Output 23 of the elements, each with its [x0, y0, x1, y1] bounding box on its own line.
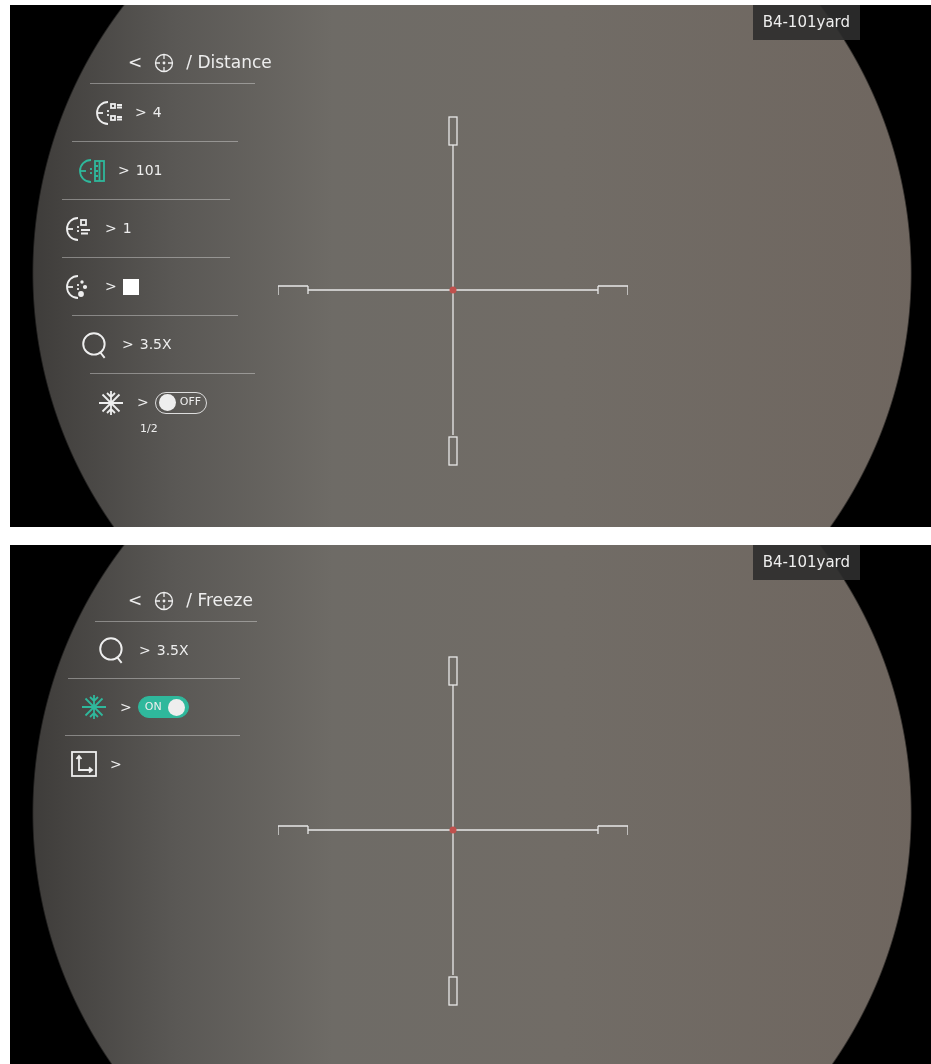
chevron: >	[105, 219, 117, 238]
setting-value: 3.5X	[156, 640, 189, 660]
chevron: >	[135, 103, 147, 122]
chevron: >	[122, 335, 134, 354]
setting-value: 101	[135, 161, 163, 180]
menu-title: / Freeze	[186, 589, 253, 613]
crosshair-icon	[154, 591, 175, 611]
menu-title: / Distance	[186, 51, 272, 75]
profile-tag: B4-101yard	[752, 545, 860, 580]
page-indicator: 1/2	[140, 421, 158, 437]
chevron: >	[120, 697, 132, 717]
setting-value: 3.5X	[139, 335, 172, 354]
chevron: >	[118, 161, 130, 180]
back-button[interactable]: <	[128, 50, 143, 76]
setting-value: 4	[152, 103, 162, 122]
crosshair-icon	[154, 53, 175, 73]
profile-tag: B4-101yard	[752, 5, 860, 40]
chevron: >	[110, 754, 122, 774]
chevron: >	[139, 640, 151, 660]
chevron: >	[137, 393, 149, 412]
back-button[interactable]: <	[128, 588, 143, 614]
chevron: >	[105, 277, 117, 296]
setting-value: 1	[122, 219, 132, 238]
